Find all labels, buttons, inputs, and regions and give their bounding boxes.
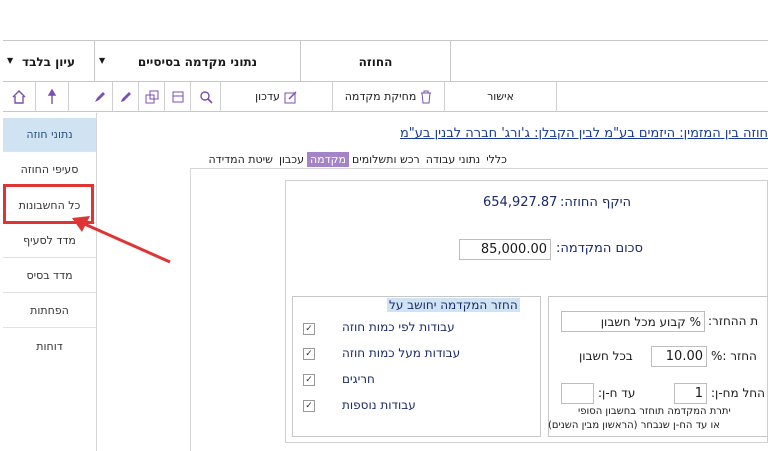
sidebar-item-deductions[interactable]: הפחתות bbox=[3, 294, 96, 328]
approve-button[interactable]: אישור bbox=[445, 82, 557, 111]
home-button[interactable] bbox=[3, 82, 36, 111]
checkbox-above-contract-qty[interactable]: ✓ bbox=[303, 348, 315, 360]
delete-advance-button[interactable]: מחיקת מקדמה bbox=[333, 82, 445, 111]
advance-amount-input[interactable]: 85,000.00 bbox=[459, 239, 551, 260]
chevron-down-icon: ▼ bbox=[99, 56, 106, 65]
sidebar-item-label: דוחות bbox=[36, 339, 63, 353]
pencil-button[interactable] bbox=[113, 82, 139, 111]
sidebar-item-contract-sections[interactable]: סעיפי החוזה bbox=[3, 153, 96, 187]
contract-tab[interactable]: החוזה bbox=[301, 41, 451, 82]
tab-general[interactable]: כללי bbox=[483, 152, 510, 167]
checkbox-additional-work[interactable]: ✓ bbox=[303, 400, 315, 412]
pencil-icon bbox=[120, 91, 131, 102]
update-label: עדכון bbox=[255, 90, 280, 103]
sidebar-item-reports[interactable]: דוחות bbox=[3, 329, 96, 363]
pin-icon bbox=[47, 88, 57, 104]
until-invoice-label: עד ח-ן: bbox=[598, 386, 636, 400]
delete-advance-label: מחיקת מקדמה bbox=[344, 90, 417, 103]
copy-icon bbox=[145, 90, 158, 103]
until-invoice-input[interactable] bbox=[561, 383, 594, 404]
recoup-method-label: ת ההחזר: bbox=[708, 314, 759, 328]
basic-advance-data-dropdown[interactable]: ▼ נתוני מקדמה בסיסיים bbox=[95, 41, 301, 82]
recoup-percent-suffix: בכל חשבון bbox=[579, 349, 633, 363]
trash-icon bbox=[421, 90, 432, 103]
sidebar-item-label: סעיפי החוזה bbox=[20, 163, 79, 176]
search-icon bbox=[199, 90, 213, 104]
recoup-percent-label: החזר :% bbox=[711, 349, 757, 363]
pin-button[interactable] bbox=[36, 82, 69, 111]
recoup-title: החזר המקדמה יחושב על bbox=[387, 298, 520, 312]
recoup-method-select[interactable]: % קבוע מכל חשבון bbox=[561, 311, 705, 332]
tab-advance[interactable]: מקדמה bbox=[307, 151, 349, 167]
advance-amount-label: סכום המקדמה: bbox=[556, 241, 643, 256]
recoup-item-label: עבודות מעל כמות חוזה bbox=[342, 346, 461, 360]
sidebar-item-contract-data[interactable]: נתוני חוזה bbox=[3, 118, 96, 152]
contract-title-link[interactable]: חוזה בין המזמין: היזמים בע"מ לבין הקבלן:… bbox=[340, 126, 768, 144]
top-bar: ▼ עיון בלבד ▼ נתוני מקדמה בסיסיים החוזה bbox=[3, 40, 768, 82]
pen-button[interactable] bbox=[87, 82, 113, 111]
view-only-label: עיון בלבד bbox=[22, 54, 75, 69]
recoup-item-label: עבודות נוספות bbox=[342, 398, 416, 412]
copy-button[interactable] bbox=[139, 82, 165, 111]
view-only-dropdown[interactable]: ▼ עיון בלבד bbox=[3, 41, 95, 82]
contract-scope-label: היקף החוזה: bbox=[560, 195, 631, 210]
recoup-item-label: חריגים bbox=[342, 372, 375, 386]
checkbox-exceptions[interactable]: ✓ bbox=[303, 374, 315, 386]
sidebar-item-label: נתוני חוזה bbox=[26, 128, 73, 141]
note-line-2: או עד הח-ן שנבחר (הראשון מבין השנים) bbox=[548, 420, 720, 431]
approve-label: אישור bbox=[487, 90, 514, 103]
content-tabs: כללי נתוני עבודה רכש ותשלומים מקדמה עכבו… bbox=[190, 150, 510, 168]
sidebar-item-label: מדד בסיס bbox=[26, 269, 73, 282]
window-icon bbox=[172, 91, 183, 102]
pen-icon bbox=[94, 91, 105, 102]
recoup-percent-input[interactable]: 10.00 bbox=[651, 346, 707, 367]
contract-scope-value: 654,927.87 bbox=[483, 195, 558, 210]
window-button[interactable] bbox=[165, 82, 191, 111]
tab-purchase-payments[interactable]: רכש ותשלומים bbox=[349, 152, 423, 167]
content-border bbox=[190, 168, 191, 451]
sidebar-item-label: הפחתות bbox=[30, 304, 69, 317]
tab-work-data[interactable]: נתוני עבודה bbox=[423, 152, 483, 167]
from-invoice-input[interactable]: 1 bbox=[674, 383, 707, 404]
tab-retention[interactable]: עכבון bbox=[276, 152, 307, 167]
note-line-1: יתרת המקדמה תוחזר בחשבון הסופי bbox=[578, 406, 731, 417]
toolbar: עדכון מחיקת מקדמה אישור bbox=[3, 82, 768, 112]
tab-measurement-method[interactable]: שיטת המדידה bbox=[206, 152, 276, 167]
chevron-down-icon: ▼ bbox=[7, 56, 14, 65]
recoup-item-label: עבודות לפי כמות חוזה bbox=[342, 320, 455, 334]
sidebar-divider bbox=[96, 113, 97, 451]
from-invoice-label: החל מח-ן: bbox=[711, 386, 765, 400]
home-icon bbox=[12, 89, 26, 104]
basic-advance-data-label: נתוני מקדמה בסיסיים bbox=[137, 54, 258, 69]
edit-icon bbox=[284, 90, 297, 103]
tabs-divider bbox=[190, 168, 768, 169]
arrow-icon bbox=[72, 216, 171, 264]
update-button[interactable]: עדכון bbox=[221, 82, 333, 111]
contract-label: החוזה bbox=[358, 54, 393, 69]
checkbox-contract-qty[interactable]: ✓ bbox=[303, 323, 315, 335]
search-button[interactable] bbox=[191, 82, 221, 111]
recoup-options-box bbox=[292, 296, 541, 437]
